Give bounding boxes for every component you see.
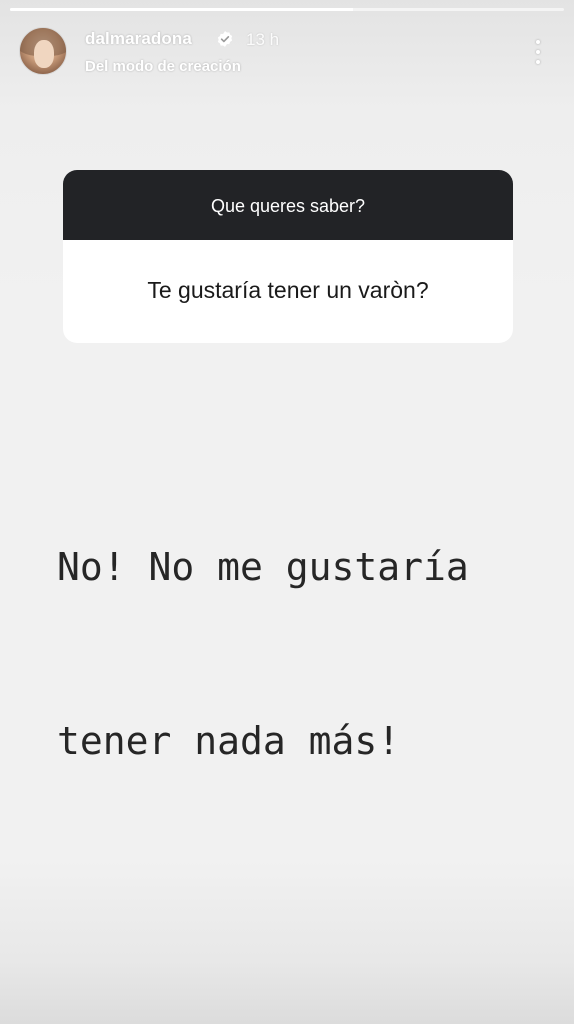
story-progress-bar: [10, 8, 564, 11]
question-sticker-header: Que queres saber?: [63, 170, 513, 240]
question-sticker-text: Te gustaría tener un varòn?: [147, 277, 429, 303]
more-vertical-icon[interactable]: [528, 38, 548, 66]
question-sticker[interactable]: Que queres saber? Te gustaría tener un v…: [63, 170, 513, 343]
avatar-face: [34, 40, 54, 68]
story-source-label[interactable]: Del modo de creación: [85, 58, 241, 75]
username-link[interactable]: dalmaradona: [85, 29, 192, 49]
verified-badge-icon: [217, 31, 233, 47]
story-timestamp: 13 h: [246, 30, 280, 49]
story-progress-fill: [10, 8, 354, 11]
answer-text: No! No me gustaría tener nada más!: [57, 422, 557, 886]
answer-line-2: tener nada más!: [57, 719, 401, 763]
story-viewer[interactable]: dalmaradona 13 h Del modo de creación Qu…: [0, 0, 574, 1024]
question-sticker-title: Que queres saber?: [210, 196, 366, 216]
answer-line-1: No! No me gustaría: [57, 545, 469, 589]
avatar[interactable]: [19, 27, 67, 75]
